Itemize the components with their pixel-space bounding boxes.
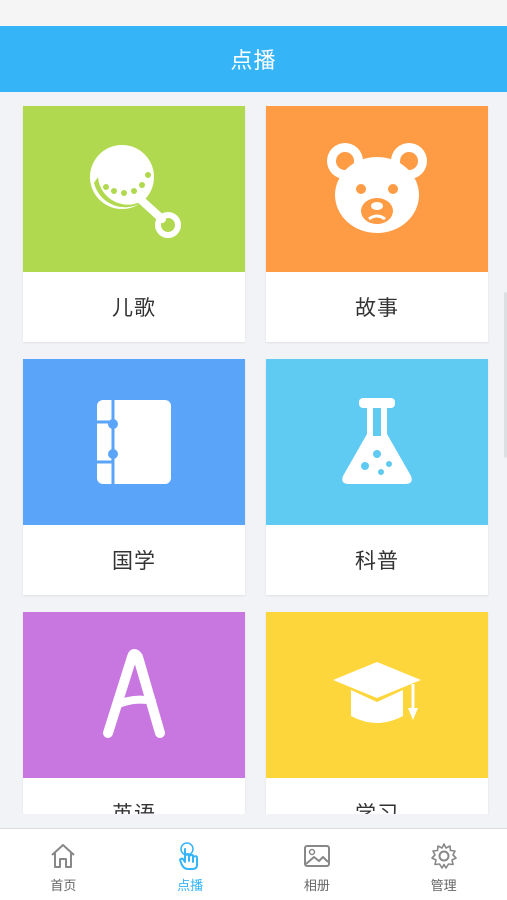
tab-home[interactable]: 首页 [0, 829, 127, 900]
card-image [266, 359, 488, 525]
tab-label: 点播 [177, 879, 204, 894]
status-bar [0, 0, 507, 26]
tab-label: 管理 [430, 879, 457, 894]
card-image [23, 359, 245, 525]
card-label: 国学 [112, 549, 156, 573]
rattle-icon [90, 145, 181, 238]
category-card-classics[interactable]: 国学 [23, 359, 245, 595]
header-bar: 点播 [0, 26, 507, 92]
tab-label: 相册 [303, 879, 330, 894]
card-image [23, 106, 245, 272]
category-grid: 儿歌 故事 国学 科普 英语 学习 [0, 92, 507, 814]
tab-album[interactable]: 相册 [254, 829, 381, 900]
card-label: 故事 [355, 296, 399, 320]
tap-hand-icon [179, 842, 199, 870]
tab-label: 首页 [50, 879, 77, 894]
graduation-cap-icon [333, 662, 421, 723]
book-icon [97, 400, 171, 484]
image-icon [303, 845, 330, 867]
card-image [266, 612, 488, 778]
tab-on-demand[interactable]: 点播 [127, 829, 254, 900]
tab-manage[interactable]: 管理 [380, 829, 507, 900]
category-card-science[interactable]: 科普 [266, 359, 488, 595]
bottom-tab-bar: 首页 点播 相册 管理 [0, 828, 507, 900]
card-label: 儿歌 [112, 296, 156, 320]
home-icon [51, 844, 76, 868]
card-label: 学习 [355, 802, 399, 814]
page-title: 点播 [230, 49, 277, 74]
category-card-nursery-rhymes[interactable]: 儿歌 [23, 106, 245, 342]
bear-icon [327, 143, 427, 233]
category-card-learning[interactable]: 学习 [266, 612, 488, 814]
category-card-english[interactable]: 英语 [23, 612, 245, 814]
gear-icon [430, 843, 457, 869]
card-label: 英语 [112, 802, 156, 814]
card-image [266, 106, 488, 272]
letter-a-icon [103, 649, 165, 738]
card-image [23, 612, 245, 778]
flask-icon [342, 398, 412, 484]
card-label: 科普 [355, 549, 399, 573]
category-card-stories[interactable]: 故事 [266, 106, 488, 342]
